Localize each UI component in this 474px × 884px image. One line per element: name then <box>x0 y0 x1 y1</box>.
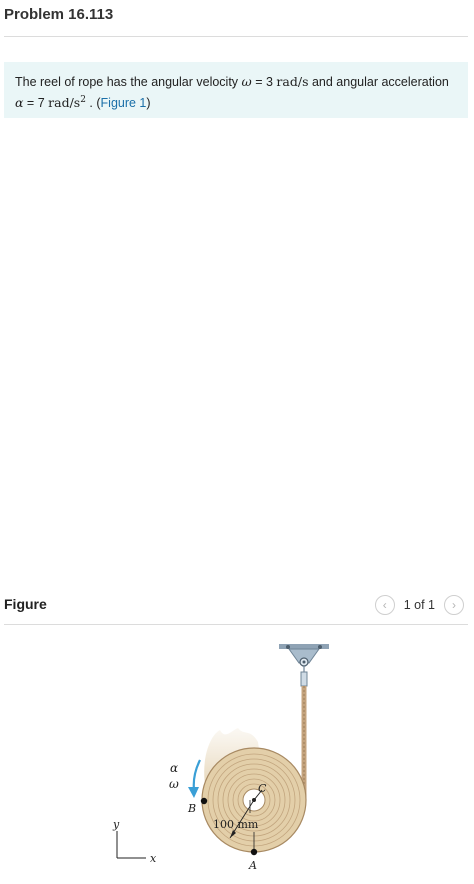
x-axis-label: x <box>150 852 157 865</box>
y-axis-label: y <box>112 818 120 831</box>
equals: = <box>251 75 266 89</box>
divider <box>4 624 468 625</box>
omega-value: 3 <box>265 75 273 89</box>
chevron-right-icon[interactable]: › <box>444 595 464 615</box>
angular-velocity-arrow <box>192 759 201 791</box>
equals: = <box>23 96 38 111</box>
divider <box>4 36 468 37</box>
point-c-label: C <box>258 782 267 795</box>
statement-text: The reel of rope has the angular velocit… <box>15 75 242 89</box>
omega-symbol: ω <box>241 74 252 89</box>
chevron-left-icon[interactable]: ‹ <box>374 595 395 615</box>
coordinate-axes: y x <box>112 818 157 865</box>
alpha-value: 7 <box>37 96 45 111</box>
radius-label: 100 mm <box>213 818 259 831</box>
statement-text-3: . ( <box>85 96 101 111</box>
figure-link[interactable]: Figure 1 <box>101 96 147 110</box>
problem-title: Problem 16.113 <box>4 6 114 23</box>
ceiling-support <box>279 644 329 687</box>
omega-label: ω <box>169 777 179 791</box>
figure-heading: Figure <box>4 596 47 612</box>
figure-pager: ‹ 1 of 1 › <box>374 595 464 615</box>
point-a-label: A <box>248 859 257 872</box>
pager-text: 1 of 1 <box>403 598 435 612</box>
statement-text-4: ) <box>146 96 151 111</box>
alpha-label: α <box>170 761 178 775</box>
omega-unit: rad/s <box>276 74 309 89</box>
point-b-label: B <box>187 802 196 815</box>
alpha-unit: rad/s <box>48 95 81 111</box>
problem-statement: The reel of rope has the angular velocit… <box>4 62 468 118</box>
reel-figure: α ω B C 100 mm A y x <box>112 644 329 872</box>
statement-text-2: and angular acceleration <box>308 75 449 89</box>
